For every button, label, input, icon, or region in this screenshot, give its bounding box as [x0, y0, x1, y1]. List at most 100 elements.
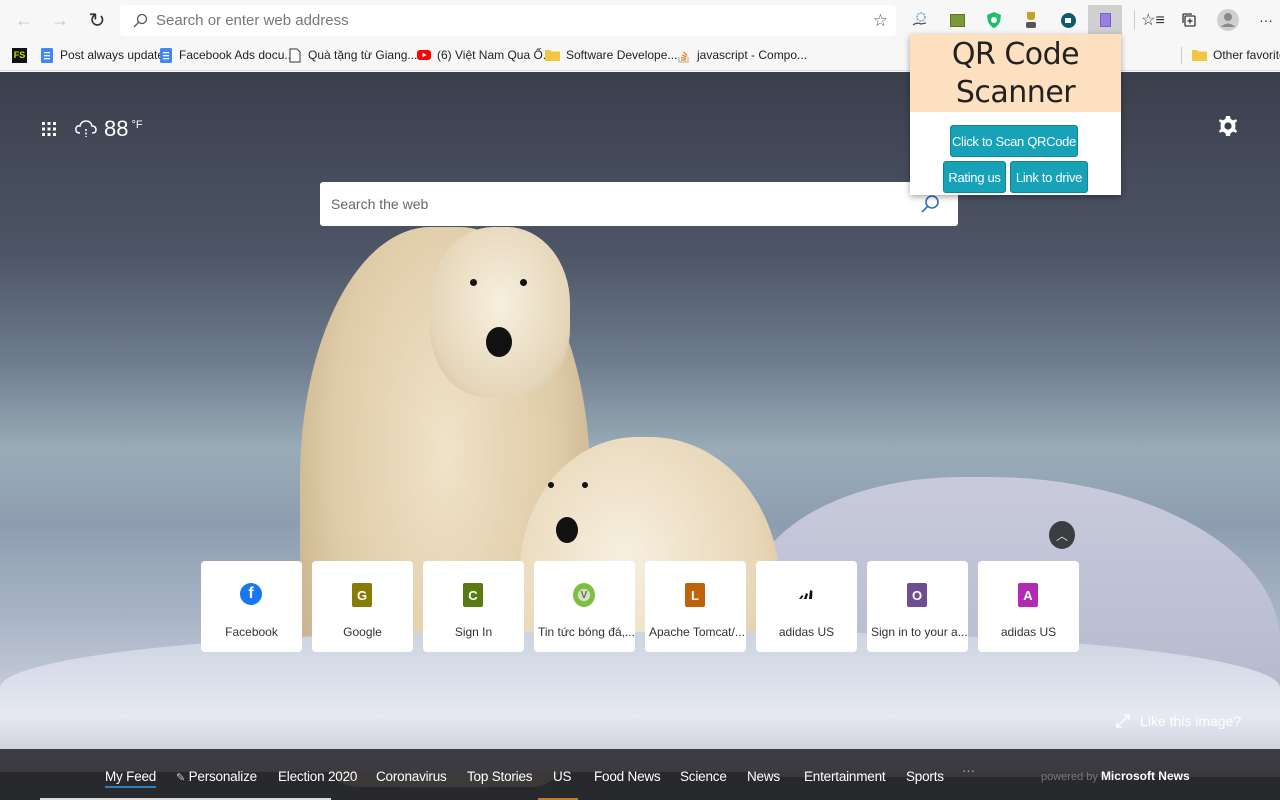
folder-icon [1192, 48, 1207, 63]
forward-button[interactable]: → [46, 8, 74, 32]
feed-tab-coronavirus[interactable]: Coronavirus [376, 769, 447, 784]
feed-tab-personalize[interactable]: ✎ Personalize [176, 769, 257, 784]
news-feed-nav: My Feed ✎ Personalize Election 2020 Coro… [0, 749, 1280, 800]
quick-link-tile[interactable]: A adidas US [978, 561, 1079, 652]
bookmark-post-always-update[interactable]: Post always update [39, 46, 164, 64]
adidas-icon [796, 583, 816, 607]
apps-grid-icon[interactable] [40, 120, 58, 138]
feed-tab-food-news[interactable]: Food News [594, 769, 661, 784]
bookmark-label: (6) Việt Nam Qua Ố... [437, 48, 553, 62]
quick-link-tile[interactable]: G Google [312, 561, 413, 652]
green-card-extension-icon[interactable] [945, 8, 969, 32]
rating-us-button[interactable]: Rating us [943, 161, 1006, 193]
quick-link-label: Sign in to your a... [871, 625, 968, 639]
quick-link-label: Google [343, 625, 382, 639]
more-topics-button[interactable]: ··· [962, 763, 975, 778]
toolbar-divider [1134, 10, 1135, 30]
bookmark-facebook-ads[interactable]: Facebook Ads docu... [158, 46, 294, 64]
fs-icon: FS [12, 47, 27, 63]
feed-tab-label: Personalize [188, 769, 258, 784]
feed-tab-top-stories[interactable]: Top Stories [467, 769, 533, 784]
brain-hand-extension-icon[interactable] [908, 8, 932, 32]
letter-l-icon: L [685, 583, 705, 607]
other-favorites[interactable]: Other favorites [1192, 46, 1280, 64]
quick-link-tile[interactable]: C Sign In [423, 561, 524, 652]
docs-icon [158, 47, 173, 63]
microsoft-news-brand: Microsoft News [1100, 769, 1190, 783]
quick-link-tile[interactable]: adidas US [756, 561, 857, 652]
cloud-rain-icon[interactable] [74, 118, 98, 140]
bookmark-label: Software Develope... [566, 48, 678, 62]
youtube-icon [416, 48, 431, 63]
feed-tab-my-feed[interactable]: My Feed [105, 769, 156, 788]
quick-links: f Facebook G Google C Sign In V Tin tức … [201, 561, 1079, 652]
like-this-image-label: Like this image? [1140, 713, 1242, 729]
letter-g-icon: G [352, 583, 372, 607]
like-this-image[interactable]: Like this image? [1116, 713, 1241, 729]
bookmark-label: Post always update [60, 48, 165, 62]
address-bar[interactable]: ☆ [120, 5, 896, 36]
feed-tab-us[interactable]: US [553, 769, 572, 784]
web-search-input[interactable] [331, 196, 911, 212]
quick-link-tile[interactable]: L Apache Tomcat/... [645, 561, 746, 652]
favorites-icon[interactable]: ☆≡ [1141, 8, 1165, 32]
quick-link-label: adidas US [1000, 625, 1057, 639]
stackoverflow-icon [676, 48, 691, 63]
docs-icon [39, 47, 54, 63]
pencil-icon: ✎ [176, 772, 186, 784]
quick-link-label: Tin tức bóng đá,... [538, 625, 635, 639]
quick-link-tile[interactable]: O Sign in to your a... [867, 561, 968, 652]
video-extension-icon[interactable] [1056, 8, 1080, 32]
web-search-box[interactable] [320, 182, 958, 226]
shield-extension-icon[interactable] [982, 8, 1006, 32]
other-favorites-label: Other favorites [1213, 48, 1280, 62]
feed-tab-election-2020[interactable]: Election 2020 [278, 769, 357, 784]
collections-icon[interactable] [1177, 8, 1201, 32]
bookmark-qua-tang[interactable]: Quà tặng từ Giang... [287, 46, 417, 64]
powered-by[interactable]: powered by Microsoft News [1041, 769, 1190, 783]
favorite-star-icon[interactable]: ☆ [873, 11, 888, 31]
profile-avatar[interactable] [1216, 8, 1240, 32]
link-to-drive-button[interactable]: Link to drive [1010, 161, 1088, 193]
collapse-up-button[interactable]: ︿ [1049, 521, 1075, 549]
background-polar-bear-head [430, 227, 570, 397]
trophy-extension-icon[interactable] [1019, 8, 1043, 32]
popup-title: QR Code Scanner [910, 34, 1121, 112]
feed-tab-sports[interactable]: Sports [906, 769, 944, 784]
feed-tab-news[interactable]: News [747, 769, 780, 784]
bookmark-software-folder[interactable]: Software Develope... [545, 46, 677, 64]
expand-icon [1116, 714, 1130, 728]
quick-link-label: Apache Tomcat/... [649, 625, 745, 639]
powered-by-label: powered by [1041, 771, 1098, 783]
qr-scanner-popup: QR Code Scanner Click to Scan QRCode Rat… [910, 34, 1121, 195]
settings-more-icon[interactable]: ··· [1254, 8, 1278, 32]
quick-link-label: Sign In [454, 625, 493, 639]
feed-tab-science[interactable]: Science [680, 769, 727, 784]
bookmarks-divider [1181, 47, 1182, 64]
bookmark-label: javascript - Compo... [697, 48, 808, 62]
back-button[interactable]: ← [10, 8, 38, 32]
search-icon[interactable] [920, 194, 940, 214]
letter-o-icon: O [907, 583, 927, 607]
bookmark-javascript[interactable]: javascript - Compo... [676, 46, 807, 64]
bookmark-label: Facebook Ads docu... [179, 48, 295, 62]
weather-unit: °F [131, 119, 143, 131]
letter-a-icon: A [1018, 583, 1038, 607]
page-settings-gear-icon[interactable] [1216, 114, 1240, 138]
scan-qrcode-button[interactable]: Click to Scan QRCode [950, 125, 1078, 157]
refresh-button[interactable]: ↻ [83, 8, 111, 32]
letter-c-icon: C [463, 583, 483, 607]
weather-temperature[interactable]: 88 [104, 116, 128, 142]
quick-link-tile[interactable]: V Tin tức bóng đá,... [534, 561, 635, 652]
bookmark-fs[interactable]: FS [12, 46, 33, 64]
quick-link-tile[interactable]: f Facebook [201, 561, 302, 652]
address-input[interactable] [156, 12, 856, 29]
soccer-site-icon: V [573, 583, 595, 607]
bookmark-viet-nam[interactable]: (6) Việt Nam Qua Ố... [416, 46, 553, 64]
qr-scanner-extension-icon[interactable] [1088, 5, 1122, 35]
search-icon [133, 13, 148, 27]
facebook-icon: f [240, 583, 262, 605]
feed-tab-entertainment[interactable]: Entertainment [804, 769, 886, 784]
bookmark-label: Quà tặng từ Giang... [308, 48, 418, 62]
quick-link-label: adidas US [778, 625, 835, 639]
